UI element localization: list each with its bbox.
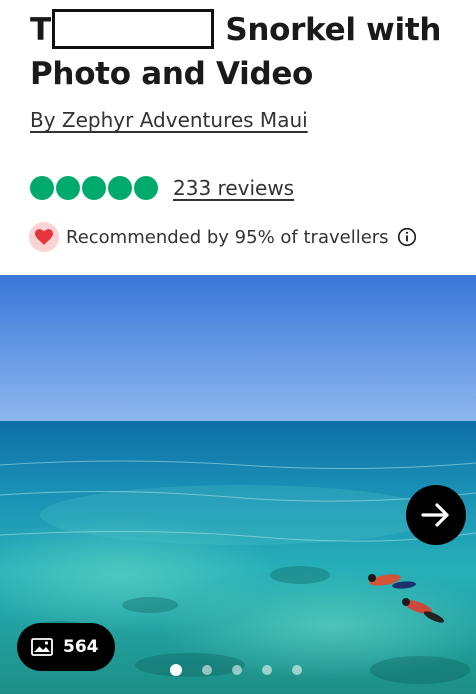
carousel-dot[interactable] [170,664,182,676]
carousel-dot[interactable] [202,665,212,675]
rating-row: 233 reviews [30,176,294,200]
rating-bubble [82,176,106,200]
photo-count: 564 [63,637,99,657]
photo-count-button[interactable]: 564 [17,623,115,671]
carousel-dots [170,664,302,676]
reviews-link[interactable]: 233 reviews [173,176,294,200]
rating-bubble [134,176,158,200]
recommendation-text: Recommended by 95% of travellers [66,226,389,248]
image-icon [31,638,53,656]
redaction-box [51,9,214,49]
title-prefix: T [30,12,51,48]
photo-gallery[interactable]: 564 [0,275,476,694]
listing-title: T Snorkel with Photo and Video [30,8,460,96]
carousel-dot[interactable] [232,665,242,675]
info-icon[interactable] [397,227,417,247]
arrow-right-icon [421,503,449,527]
carousel-dot[interactable] [262,665,272,675]
recommendation-row: Recommended by 95% of travellers [29,222,417,252]
heart-icon [29,222,59,252]
rating-bubbles [30,176,158,200]
next-photo-button[interactable] [406,485,466,545]
operator-link[interactable]: By Zephyr Adventures Maui [30,108,308,132]
rating-bubble [108,176,132,200]
rating-bubble [56,176,80,200]
carousel-dot[interactable] [292,665,302,675]
rating-bubble [30,176,54,200]
